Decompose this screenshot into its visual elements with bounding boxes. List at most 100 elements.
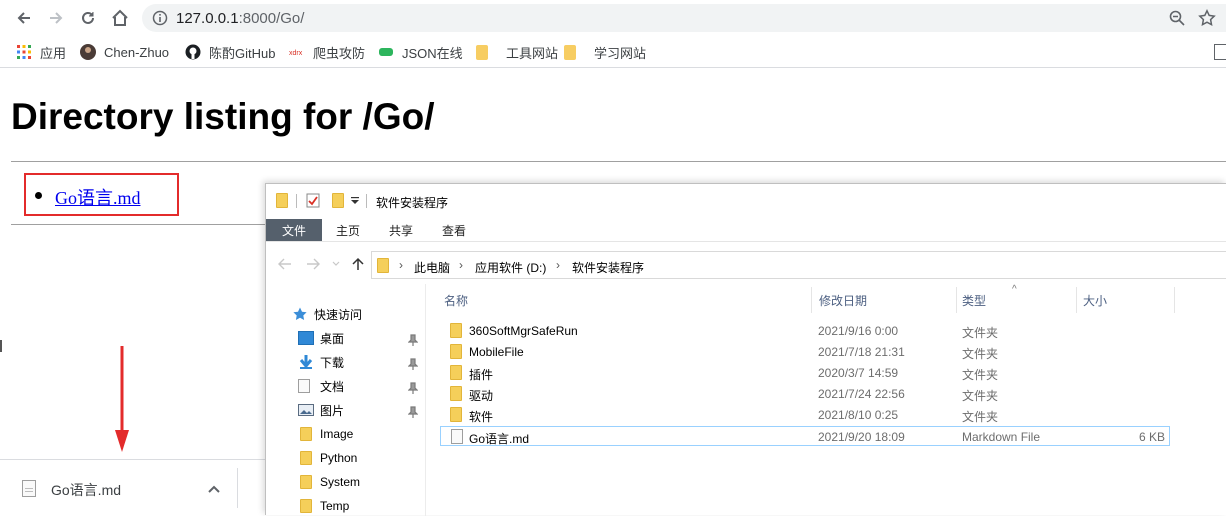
column-header-modified[interactable]: 修改日期 <box>819 292 867 309</box>
apps-grid-icon <box>17 45 31 59</box>
breadcrumb-separator: › <box>459 258 463 272</box>
file-name: MobileFile <box>469 345 524 359</box>
file-type: 文件夹 <box>962 410 999 424</box>
address-bar[interactable]: 127.0.0.1:8000/Go/ <box>142 4 1226 32</box>
column-header-size[interactable]: 大小 <box>1083 292 1107 309</box>
file-modified: 2021/9/16 0:00 <box>818 324 899 338</box>
annotation-arrow-down <box>115 346 129 452</box>
nav-python[interactable]: Python <box>300 448 357 468</box>
nav-label: Temp <box>320 499 350 513</box>
file-row[interactable]: 软件 2021/8/10 0:25 文件夹 <box>440 405 1170 425</box>
desktop-icon <box>298 331 314 345</box>
file-name: 驱动 <box>469 389 494 403</box>
bookmark-apps[interactable]: 应用 <box>16 43 66 61</box>
download-file-name[interactable]: Go语言.md <box>51 480 121 500</box>
back-button[interactable] <box>12 6 36 30</box>
nav-pictures[interactable]: 图片 <box>298 400 344 420</box>
folder-icon <box>300 427 312 441</box>
bookmark-label: Chen-Zhuo <box>104 44 170 60</box>
customize-quick-access-icon[interactable] <box>350 197 360 205</box>
tab-home[interactable]: 主页 <box>328 219 368 241</box>
divider <box>11 161 1226 162</box>
zoom-icon[interactable] <box>1168 9 1186 27</box>
nav-downloads[interactable]: 下载 <box>298 352 344 372</box>
divider <box>11 224 265 225</box>
nav-system[interactable]: System <box>300 472 360 492</box>
info-icon[interactable] <box>152 10 168 26</box>
window-edge <box>0 340 2 352</box>
url-text[interactable]: 127.0.0.1:8000/Go/ <box>176 10 304 27</box>
nav-image[interactable]: Image <box>300 424 353 444</box>
file-list: ^ 名称 修改日期 类型 大小 360SoftMgrSafeRun 2021/9… <box>426 284 1226 516</box>
column-separator[interactable] <box>1174 287 1175 313</box>
folder-icon <box>300 451 312 465</box>
file-modified: 2020/3/7 14:59 <box>818 366 899 380</box>
nav-documents[interactable]: 文档 <box>298 376 344 396</box>
tab-file[interactable]: 文件 <box>266 219 322 241</box>
star-icon[interactable] <box>1198 9 1216 27</box>
bookmark-github[interactable]: 陈酌GitHub <box>185 43 275 61</box>
picture-icon <box>298 404 314 416</box>
file-modified: 2021/7/18 21:31 <box>818 345 905 359</box>
separator <box>296 194 297 208</box>
folder-icon <box>450 386 462 401</box>
up-arrow-icon[interactable] <box>352 257 364 271</box>
file-row[interactable]: 插件 2020/3/7 14:59 文件夹 <box>440 363 1170 383</box>
pin-icon[interactable] <box>408 406 418 418</box>
bookmark-folder-study[interactable]: 学习网站 <box>564 43 646 61</box>
bookmark-json[interactable]: JSON在线 <box>378 43 463 61</box>
bookmark-chen-zhuo[interactable]: Chen-Zhuo <box>80 43 169 61</box>
folder-icon <box>476 44 488 60</box>
column-header-type[interactable]: 类型 <box>962 292 986 309</box>
column-header-name[interactable]: 名称 <box>444 292 468 309</box>
file-name: Go语言.md <box>469 432 530 446</box>
url-path: :8000/Go/ <box>238 10 305 27</box>
folder-icon <box>564 44 576 60</box>
bookmark-spider[interactable]: xdrx 爬虫攻防 <box>289 43 365 61</box>
file-row[interactable]: MobileFile 2021/7/18 21:31 文件夹 <box>440 342 1170 362</box>
pin-icon[interactable] <box>408 334 418 346</box>
file-row-selected[interactable]: Go语言.md 2021/9/20 18:09 Markdown File 6 … <box>440 426 1170 446</box>
svg-text:xdrx: xdrx <box>289 50 303 57</box>
explorer-address-bar[interactable]: › 此电脑 › 应用软件 (D:) › 软件安装程序 <box>371 251 1226 279</box>
back-arrow-icon[interactable] <box>278 258 292 270</box>
recent-locations-icon[interactable] <box>332 261 340 267</box>
home-icon <box>112 9 128 26</box>
nav-temp[interactable]: Temp <box>300 496 349 516</box>
column-separator[interactable] <box>956 287 957 313</box>
separator <box>366 194 367 208</box>
json-icon <box>379 48 393 56</box>
nav-desktop[interactable]: 桌面 <box>298 328 344 348</box>
sort-caret-icon: ^ <box>1012 284 1017 295</box>
explorer-address-row: › 此电脑 › 应用软件 (D:) › 软件安装程序 <box>266 246 1226 282</box>
new-folder-icon[interactable] <box>332 193 344 208</box>
home-button[interactable] <box>108 6 132 30</box>
github-icon <box>185 44 201 60</box>
file-row[interactable]: 驱动 2021/7/24 22:56 文件夹 <box>440 384 1170 404</box>
column-separator[interactable] <box>1076 287 1077 313</box>
nav-quick-access[interactable]: 快速访问 <box>292 304 362 324</box>
forward-arrow-icon[interactable] <box>306 258 320 270</box>
chevron-up-icon[interactable] <box>207 482 221 496</box>
breadcrumb-drive[interactable]: 应用软件 (D:) <box>475 259 546 276</box>
reload-icon <box>82 11 94 24</box>
forward-button[interactable] <box>44 6 68 30</box>
ribbon-tabs: 文件 主页 共享 查看 <box>266 216 1226 242</box>
tab-share[interactable]: 共享 <box>381 219 421 241</box>
bookmark-folder-tools[interactable]: 工具网站 <box>476 43 558 61</box>
breadcrumb-this-pc[interactable]: 此电脑 <box>414 259 450 276</box>
file-row[interactable]: 360SoftMgrSafeRun 2021/9/16 0:00 文件夹 <box>440 321 1170 341</box>
breadcrumb-folder[interactable]: 软件安装程序 <box>572 259 644 276</box>
nav-label: 图片 <box>320 403 345 418</box>
nav-label: Image <box>320 427 354 441</box>
column-separator[interactable] <box>811 287 812 313</box>
file-size: 6 KB <box>1139 430 1166 444</box>
reload-button[interactable] <box>76 6 100 30</box>
pin-icon[interactable] <box>408 358 418 370</box>
reading-list-icon[interactable] <box>1214 44 1226 60</box>
file-explorer-window: 软件安装程序 文件 主页 共享 查看 › 此电脑 › 应用软件 (D:) › 软… <box>265 183 1226 516</box>
file-name: 软件 <box>469 410 494 424</box>
pin-icon[interactable] <box>408 382 418 394</box>
tab-view[interactable]: 查看 <box>434 219 474 241</box>
properties-icon[interactable] <box>306 193 320 208</box>
